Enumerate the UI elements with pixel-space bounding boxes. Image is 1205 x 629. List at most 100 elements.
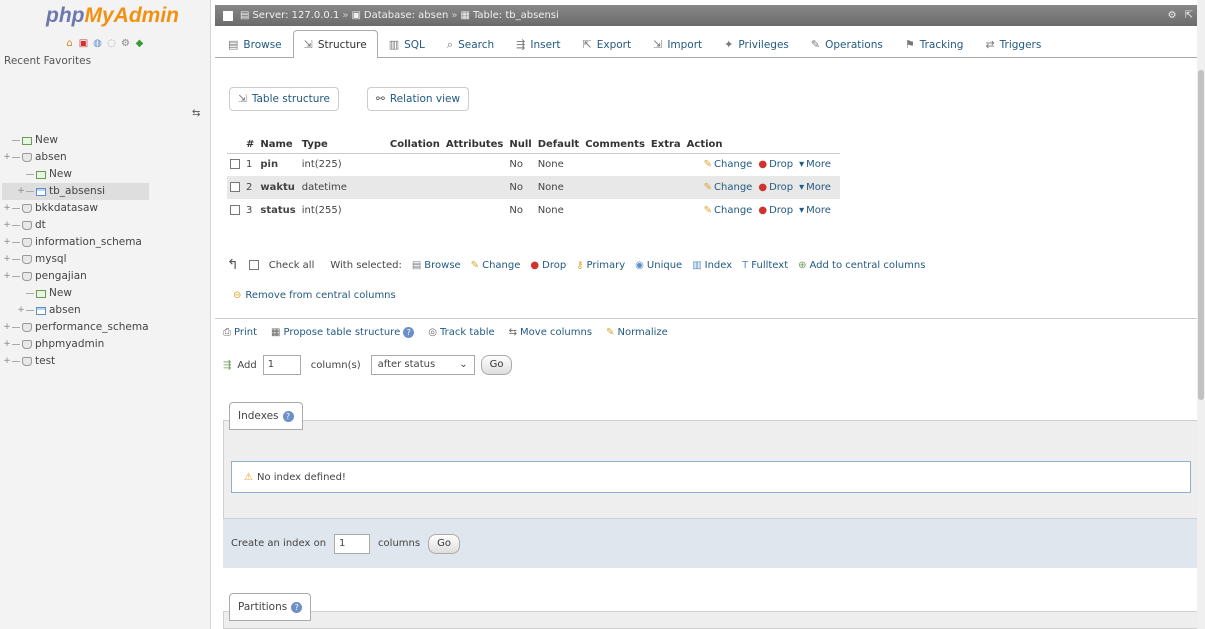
more-button[interactable]: ▾ More [799,159,831,170]
row-checkbox[interactable] [230,159,240,170]
expand-icon[interactable]: + [2,217,12,234]
bulk-unique-button[interactable]: ◉ Unique [635,260,682,271]
change-button[interactable]: ✎ Change [704,159,753,170]
tree-item-mysql[interactable]: + mysql [2,251,149,268]
expand-icon[interactable]: + [2,268,12,285]
page-scrollbar[interactable] [1197,0,1205,629]
tree-item-tb-absensi[interactable]: + tb_absensi [2,183,149,200]
drop-button[interactable]: ● Drop [758,205,793,216]
create-index-go-button[interactable]: Go [428,533,460,554]
cell-name[interactable]: waktu [257,176,299,199]
cell-name[interactable]: status [257,199,299,222]
drop-icon: ● [758,182,768,193]
home-icon[interactable]: ⌂ [64,38,75,49]
expand-icon[interactable]: + [2,319,12,336]
check-all-checkbox[interactable] [248,260,259,270]
expand-icon[interactable]: + [2,336,12,353]
tab-insert[interactable]: ⇶ Insert [505,31,571,57]
expand-icon[interactable]: + [16,302,26,319]
menu-toggle-icon[interactable] [223,10,233,21]
print-link[interactable]: ⎙ Print [223,327,257,338]
tree-item-new[interactable]: New [2,166,149,183]
tab-browse[interactable]: ▤ Browse [217,31,293,57]
expand-icon[interactable]: + [2,234,12,251]
logout-icon[interactable]: ▣ [78,38,89,49]
settings-icon[interactable]: ⚙ [120,38,131,49]
check-all-label[interactable]: Check all [269,260,315,271]
tab-privileges[interactable]: ✦ Privileges [713,31,800,57]
tree-item-performance-schema[interactable]: + performance_schema [2,319,148,336]
change-button[interactable]: ✎ Change [704,205,753,216]
tree-item-pengajian[interactable]: + pengajian [2,268,149,285]
create-index-count-input[interactable]: 1 [334,533,371,554]
tree-item-test[interactable]: + test [2,353,149,370]
tree-item-dt[interactable]: + dt [2,217,149,234]
cell-name[interactable]: pin [257,153,299,176]
structure-icon: ⇲ [238,93,247,105]
tab-import[interactable]: ⇲ Import [642,31,713,57]
column-header: Attributes [442,137,507,154]
tree-item-information-schema[interactable]: + information_schema [2,234,149,251]
settings-icon[interactable]: ⚙ [1168,5,1177,26]
change-button[interactable]: ✎ Change [704,182,753,193]
breadcrumb-server[interactable]: ▤ Server: 127.0.0.1 [240,5,339,26]
more-button[interactable]: ▾ More [799,182,831,193]
bulk-remove-central-button[interactable]: ⊖ Remove from central columns [233,290,396,301]
subtab-table-structure[interactable]: ⇲ Table structure [229,87,339,111]
tree-item-new[interactable]: New [2,285,149,302]
expand-icon[interactable]: + [2,149,12,166]
tab-sql[interactable]: ▥ SQL [378,31,436,57]
move-columns-link[interactable]: ⇆ Move columns [509,327,592,338]
tab-structure[interactable]: ⇲ Structure [292,30,378,58]
query-window-icon[interactable]: ◍ [92,38,103,49]
track-table-link[interactable]: ◎ Track table [428,327,494,338]
tab-operations[interactable]: ✎ Operations [800,31,894,57]
propose-structure-link[interactable]: ▦ Propose table structure? [271,327,415,338]
bulk-index-button[interactable]: ▥ Index [692,260,732,271]
tab-triggers[interactable]: ⇄ Triggers [974,31,1052,57]
expand-icon[interactable]: + [2,251,12,268]
tree-item-bkkdatasaw[interactable]: + bkkdatasaw [2,200,149,217]
normalize-link[interactable]: ✎ Normalize [606,327,668,338]
expand-icon[interactable]: + [16,183,26,200]
breadcrumb-table[interactable]: ▦ Table: tb_absensi [460,5,558,26]
expand-icon[interactable]: + [2,200,12,217]
drop-button[interactable]: ● Drop [758,159,793,170]
documentation-icon[interactable]: ◌ [106,38,117,49]
add-columns-go-button[interactable]: Go [480,355,513,375]
bulk-drop-button[interactable]: ● Drop [530,260,566,271]
help-icon[interactable]: ? [291,601,303,613]
more-button[interactable]: ▾ More [799,205,831,216]
tree-item-phpmyadmin[interactable]: + phpmyadmin [2,336,149,353]
reload-icon[interactable]: ◆ [134,38,145,49]
add-columns-count-input[interactable]: 1 [262,355,301,375]
drop-button[interactable]: ● Drop [758,182,793,193]
row-checkbox[interactable] [230,205,240,215]
pencil-icon: ✎ [703,159,713,171]
bulk-add-central-button[interactable]: ⊕ Add to central columns [798,260,925,271]
cell-null: No [506,199,535,222]
column-position-select[interactable]: after status ⌄ [370,355,475,375]
bulk-primary-button[interactable]: ⚷ Primary [576,260,625,271]
bulk-browse-button[interactable]: ▤ Browse [412,260,461,271]
collapse-icon[interactable]: ⇱ [1185,5,1193,26]
tab-bar: ▤ Browse ⇲ Structure ▥ SQL ⌕ Search ⇶ Insert ⇱ Expo… [215,30,1201,58]
tree-item-absen[interactable]: + absen [2,302,149,319]
bulk-fulltext-button[interactable]: T Fulltext [742,260,788,271]
tree-item-new[interactable]: New [2,132,149,149]
tab-export[interactable]: ⇱ Export [572,31,643,57]
help-icon[interactable]: ? [403,327,415,338]
phpmyadmin-logo[interactable]: phpMyAdmin [46,4,179,28]
scrollbar-thumb[interactable] [1198,70,1204,400]
bulk-change-button[interactable]: ✎ Change [471,260,521,271]
expand-icon[interactable]: + [2,353,12,370]
collapse-all-button[interactable]: ⇆ [192,108,200,119]
tree-item-absen[interactable]: + absen [2,149,149,166]
recent-favorites-tabs[interactable]: Recent Favorites [4,55,91,67]
subtab-relation-view[interactable]: ⚯ Relation view [367,87,470,111]
tab-tracking[interactable]: ⚑ Tracking [894,31,975,57]
tab-search[interactable]: ⌕ Search [436,31,505,57]
help-icon[interactable]: ? [282,410,294,422]
row-checkbox[interactable] [230,182,240,192]
breadcrumb-database[interactable]: ▣ Database: absen [351,5,448,26]
